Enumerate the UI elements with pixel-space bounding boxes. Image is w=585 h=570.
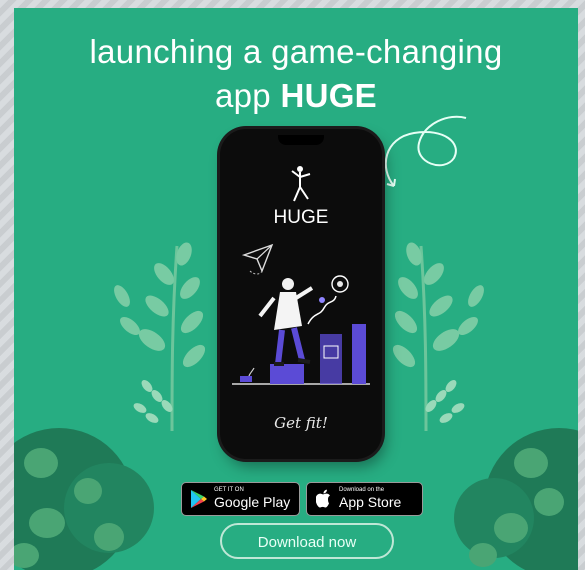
headline: launching a game-changing app HUGE (14, 30, 578, 118)
dancer-logo-icon (291, 166, 311, 202)
headline-line-1: launching a game-changing (89, 33, 503, 70)
app-store-button[interactable]: Download on the App Store (306, 482, 423, 516)
headline-brand: HUGE (280, 77, 377, 114)
app-store-label: App Store (339, 494, 402, 510)
download-now-button[interactable]: Download now (220, 523, 394, 559)
phone-mockup: HUGE Get fit! (220, 129, 382, 459)
headline-line-2-prefix: app (215, 77, 281, 114)
person-on-blocks-illustration (232, 275, 370, 385)
left-fern-icon (114, 242, 206, 432)
phone-notch (278, 135, 324, 145)
google-play-label: Google Play (214, 494, 291, 510)
right-fern-icon (392, 242, 484, 432)
google-play-small-label: GET IT ON (214, 487, 244, 493)
phone-app-name: HUGE (273, 207, 329, 228)
phone-tagline: Get fit! (274, 414, 328, 432)
google-play-button[interactable]: GET IT ON Google Play (181, 482, 300, 516)
apple-icon (316, 489, 330, 508)
squiggle-arrow-icon (384, 115, 467, 187)
headline-line-2: app HUGE (14, 74, 578, 118)
google-play-icon (191, 490, 207, 508)
promo-poster: launching a game-changing app HUGE HUGE … (14, 8, 578, 570)
app-store-small-label: Download on the (339, 487, 385, 493)
